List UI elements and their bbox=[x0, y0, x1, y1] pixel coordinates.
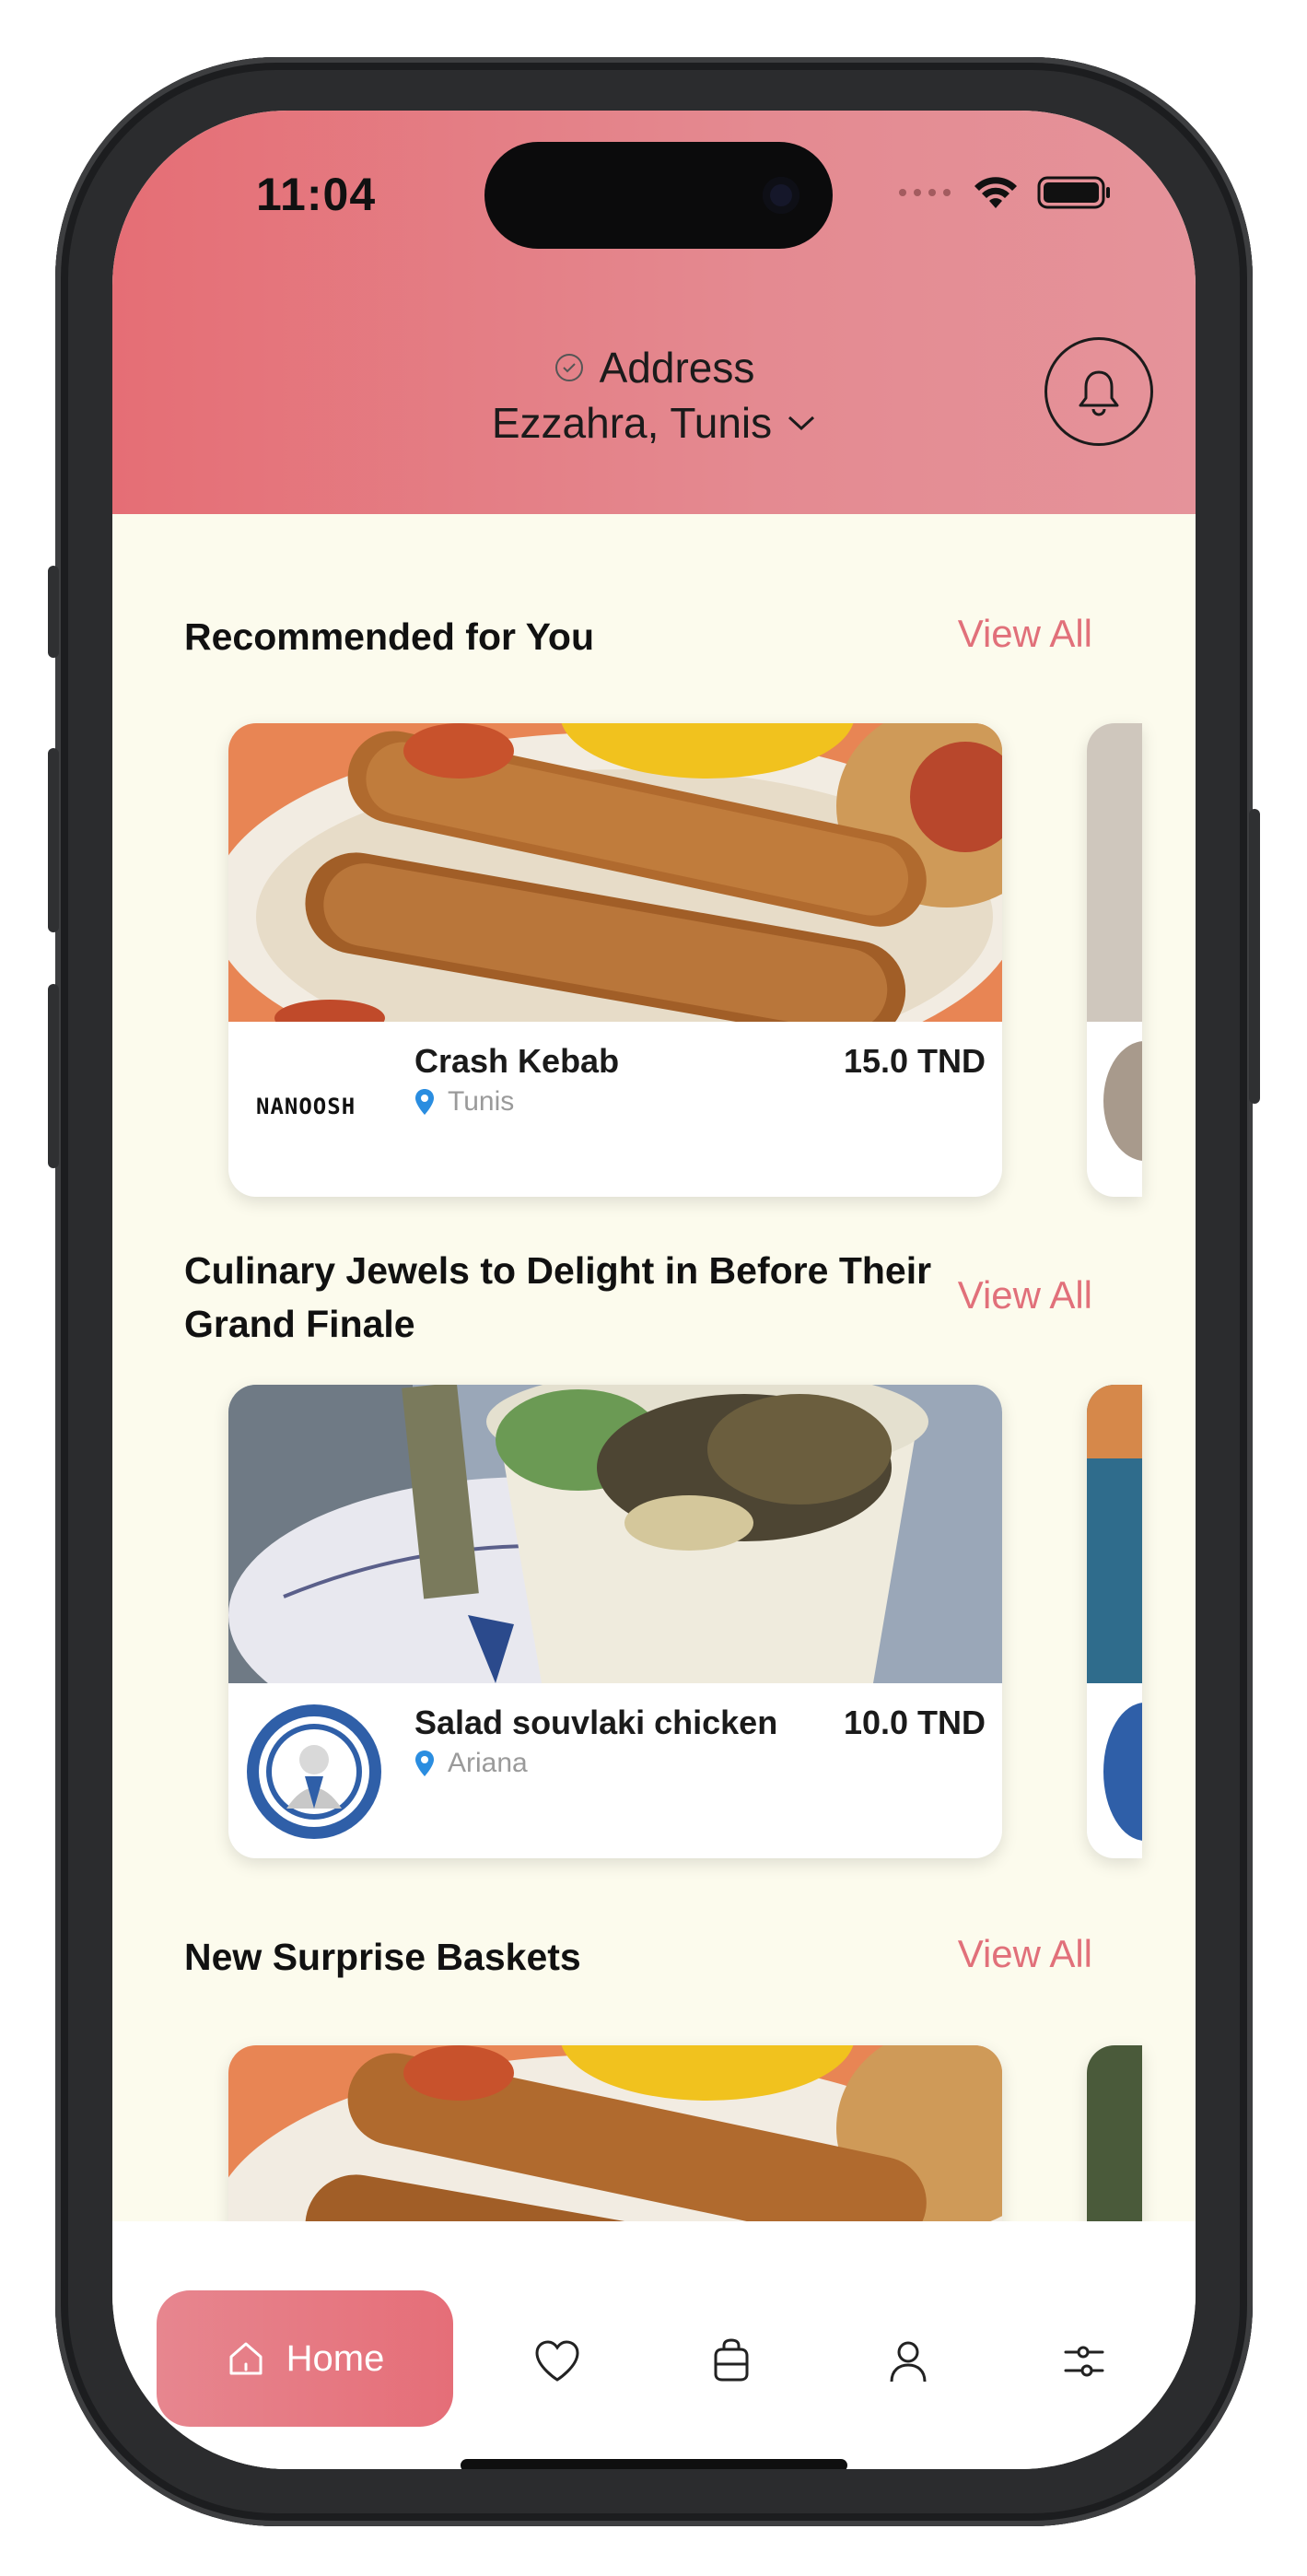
home-indicator bbox=[461, 2459, 847, 2469]
food-card[interactable]: NANOOSH Crash Kebab 15.0 TND Tunis bbox=[228, 723, 1002, 1197]
address-selector[interactable]: Address Ezzahra, Tunis bbox=[112, 343, 1196, 448]
check-circle-icon bbox=[554, 354, 583, 381]
section-title-culinary-jewels: Culinary Jewels to Delight in Before The… bbox=[184, 1249, 932, 1345]
action-button bbox=[48, 566, 59, 658]
heart-icon[interactable] bbox=[530, 2334, 585, 2389]
card-location: Tunis bbox=[414, 1086, 514, 1118]
app-screen: 11:04 Address Ezzahra, Tunis Recommended… bbox=[112, 111, 1196, 2469]
bell-icon bbox=[1079, 370, 1119, 416]
card-title: Crash Kebab bbox=[414, 1042, 620, 1080]
chevron-down-icon bbox=[788, 416, 815, 431]
location-pin-icon bbox=[415, 1089, 434, 1115]
card-location-text: Tunis bbox=[448, 1086, 515, 1117]
dynamic-island bbox=[484, 142, 833, 249]
view-all-culinary-jewels[interactable]: View All bbox=[958, 1273, 1092, 1317]
brand-logo-nanoosh: NANOOSH bbox=[256, 1094, 356, 1119]
address-value: Ezzahra, Tunis bbox=[491, 399, 773, 447]
food-image-kebab bbox=[228, 723, 1002, 1022]
next-card-peek[interactable] bbox=[1087, 723, 1142, 1197]
power-button bbox=[1249, 809, 1260, 1104]
notification-button[interactable] bbox=[1044, 337, 1153, 446]
header: 11:04 Address Ezzahra, Tunis bbox=[112, 111, 1196, 514]
card-title: Salad souvlaki chicken bbox=[414, 1704, 778, 1741]
view-all-surprise-baskets[interactable]: View All bbox=[958, 1932, 1092, 1976]
signal-icon bbox=[899, 189, 951, 196]
card-price: 15.0 TND bbox=[843, 1042, 986, 1080]
food-card[interactable]: Salad souvlaki chicken 10.0 TND Ariana bbox=[228, 1385, 1002, 1858]
food-image-salad bbox=[228, 1385, 1002, 1683]
nav-home[interactable]: Home bbox=[157, 2290, 453, 2427]
bag-icon[interactable] bbox=[704, 2334, 759, 2389]
home-icon bbox=[229, 2342, 263, 2375]
volume-up-button bbox=[48, 748, 59, 932]
nav-home-label: Home bbox=[286, 2337, 385, 2379]
section-title-surprise-baskets: New Surprise Baskets bbox=[184, 1936, 581, 1978]
card-price: 10.0 TND bbox=[843, 1704, 986, 1741]
status-icons bbox=[897, 175, 1113, 210]
address-label: Address bbox=[599, 344, 755, 392]
wifi-icon bbox=[974, 177, 1017, 208]
view-all-recommended[interactable]: View All bbox=[958, 612, 1092, 656]
volume-down-button bbox=[48, 984, 59, 1168]
next-card-peek[interactable] bbox=[1087, 1385, 1142, 1858]
card-location: Ariana bbox=[414, 1748, 528, 1779]
restaurant-logo-greek bbox=[247, 1704, 381, 1839]
section-title-recommended: Recommended for You bbox=[184, 615, 594, 658]
status-time: 11:04 bbox=[256, 169, 377, 220]
location-pin-icon bbox=[415, 1751, 434, 1776]
card-location-text: Ariana bbox=[448, 1748, 528, 1778]
bottom-nav: Home bbox=[112, 2221, 1196, 2469]
battery-icon bbox=[1037, 176, 1110, 209]
sliders-icon[interactable] bbox=[1056, 2334, 1112, 2389]
user-icon[interactable] bbox=[881, 2334, 936, 2389]
